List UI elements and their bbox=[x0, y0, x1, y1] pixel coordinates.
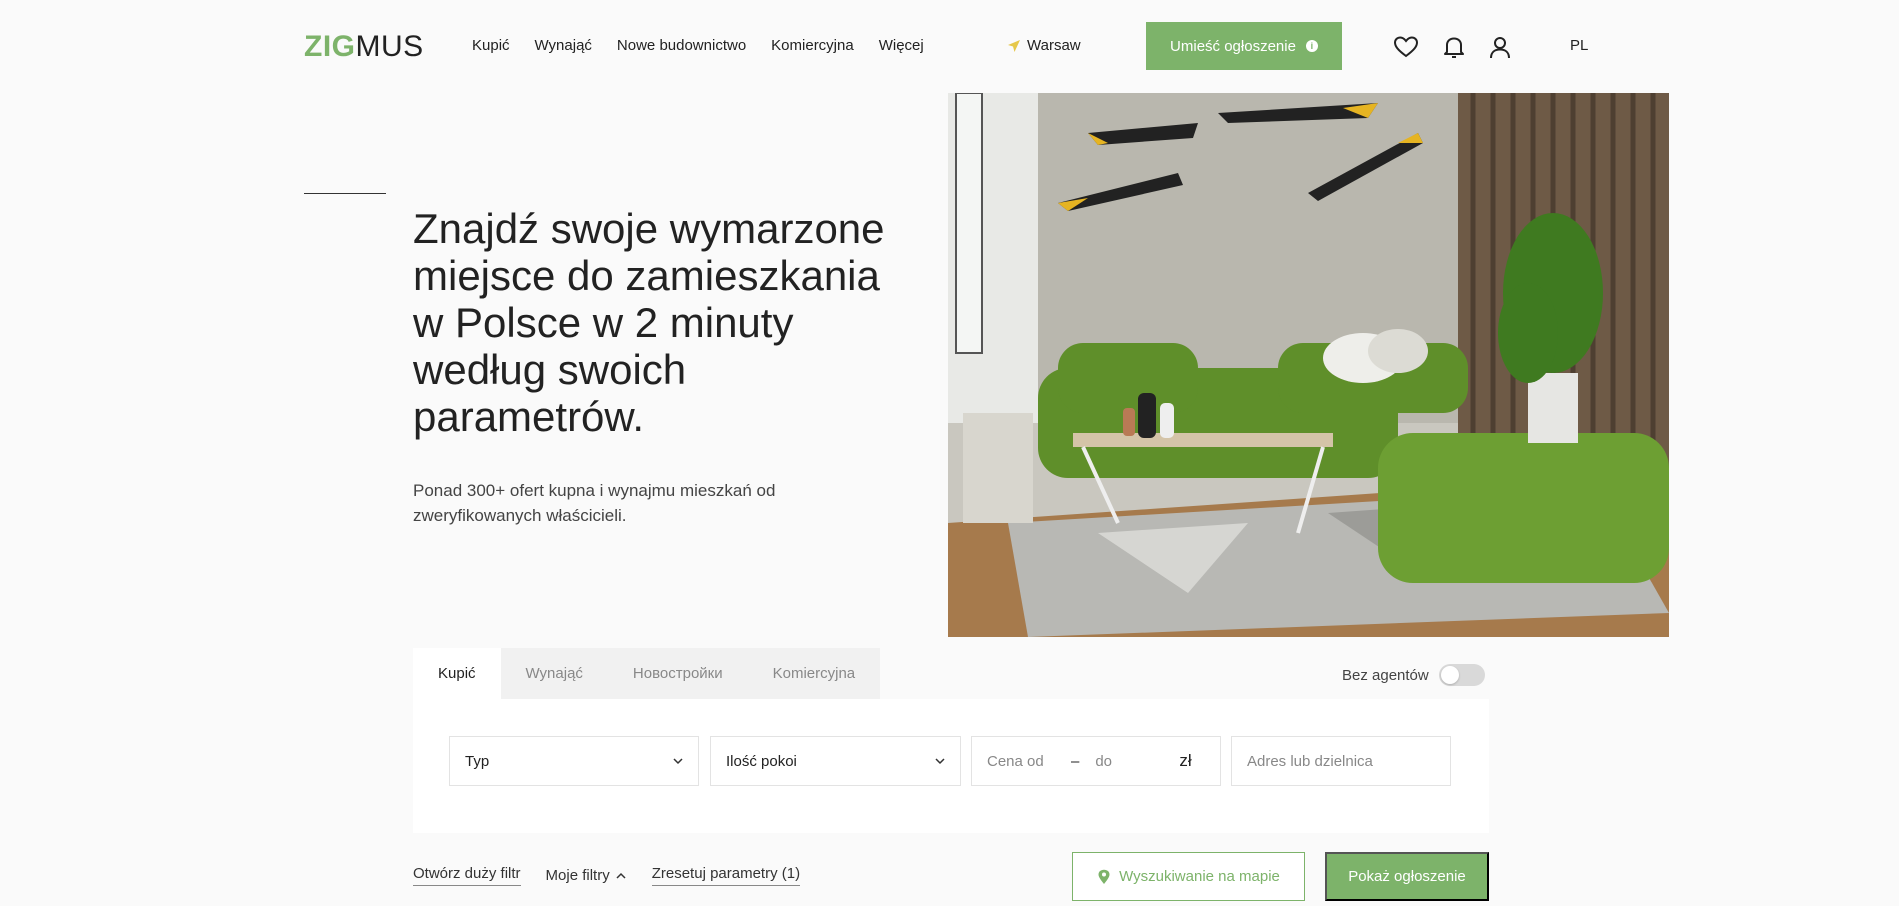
language-selector[interactable]: PL bbox=[1570, 36, 1588, 56]
nav-new-builds[interactable]: Nowe budownictwo bbox=[617, 36, 746, 56]
currency-label: zł bbox=[1179, 751, 1192, 770]
filter-links: Otwórz duży filtr Moje filtry Zresetuj p… bbox=[413, 865, 801, 886]
price-from-input[interactable]: Cena od bbox=[987, 753, 1067, 770]
no-agents-label: Bez agentów bbox=[1342, 666, 1429, 684]
show-listings-button[interactable]: Pokaż ogłoszenie bbox=[1325, 852, 1489, 901]
hero-title: Znajdź swoje wymarzone miejsce do zamies… bbox=[413, 205, 885, 440]
tab-rent[interactable]: Wynająć bbox=[501, 648, 608, 699]
hero-subtitle: Ponad 300+ ofert kupna i wynajmu mieszka… bbox=[413, 481, 776, 525]
nav-buy[interactable]: Kupić bbox=[472, 36, 510, 56]
map-pin-icon bbox=[1098, 869, 1110, 884]
main-nav: Kupić Wynająć Nowe budownictwo Komiercyj… bbox=[472, 36, 949, 56]
bell-icon[interactable] bbox=[1441, 34, 1467, 60]
nav-rent[interactable]: Wynająć bbox=[535, 36, 592, 56]
reset-params-link[interactable]: Zresetuj parametry (1) bbox=[651, 865, 801, 886]
logo[interactable]: ZIGMUS bbox=[304, 30, 424, 64]
chevron-down-icon bbox=[935, 758, 945, 765]
tab-commercial[interactable]: Komiercyjna bbox=[748, 648, 881, 699]
post-listing-button[interactable]: Umieść ogłoszenie i bbox=[1146, 22, 1342, 70]
chevron-up-icon bbox=[616, 872, 626, 879]
user-icon[interactable] bbox=[1487, 34, 1513, 60]
heart-icon[interactable] bbox=[1393, 34, 1419, 60]
search-panel: Typ Ilość pokoi Cena od – do zł Adres lu… bbox=[413, 699, 1489, 833]
nav-commercial[interactable]: Komiercyjna bbox=[771, 36, 854, 56]
price-to-input[interactable]: do bbox=[1095, 753, 1179, 770]
hero-image bbox=[948, 93, 1669, 637]
no-agents-filter: Bez agentów bbox=[1342, 664, 1485, 686]
rooms-select[interactable]: Ilość pokoi bbox=[710, 736, 961, 786]
price-range: Cena od – do zł bbox=[971, 736, 1221, 786]
address-input[interactable]: Adres lub dzielnica bbox=[1231, 736, 1451, 786]
my-filters-link[interactable]: Moje filtry bbox=[546, 867, 627, 884]
nav-more[interactable]: Więcej bbox=[879, 36, 924, 56]
search-tabs: Kupić Wynająć Новостройки Komiercyjna bbox=[413, 648, 881, 699]
open-big-filter-link[interactable]: Otwórz duży filtr bbox=[413, 865, 521, 886]
location-arrow-icon bbox=[1008, 40, 1020, 52]
site-header: ZIGMUS Kupić Wynająć Nowe budownictwo Ko… bbox=[0, 0, 1899, 92]
chevron-down-icon bbox=[673, 758, 683, 765]
tab-new-builds[interactable]: Новостройки bbox=[608, 648, 748, 699]
info-icon: i bbox=[1305, 40, 1318, 52]
city-label: Warsaw bbox=[1027, 37, 1081, 54]
tab-buy[interactable]: Kupić bbox=[413, 648, 501, 699]
city-selector[interactable]: Warsaw bbox=[1007, 36, 1081, 56]
no-agents-toggle[interactable] bbox=[1438, 664, 1485, 686]
decorative-rule bbox=[304, 193, 386, 194]
map-search-button[interactable]: Wyszukiwanie na mapie bbox=[1072, 852, 1305, 901]
price-dash: – bbox=[1071, 752, 1080, 770]
living-room-illustration bbox=[948, 93, 1669, 637]
type-select[interactable]: Typ bbox=[449, 736, 699, 786]
